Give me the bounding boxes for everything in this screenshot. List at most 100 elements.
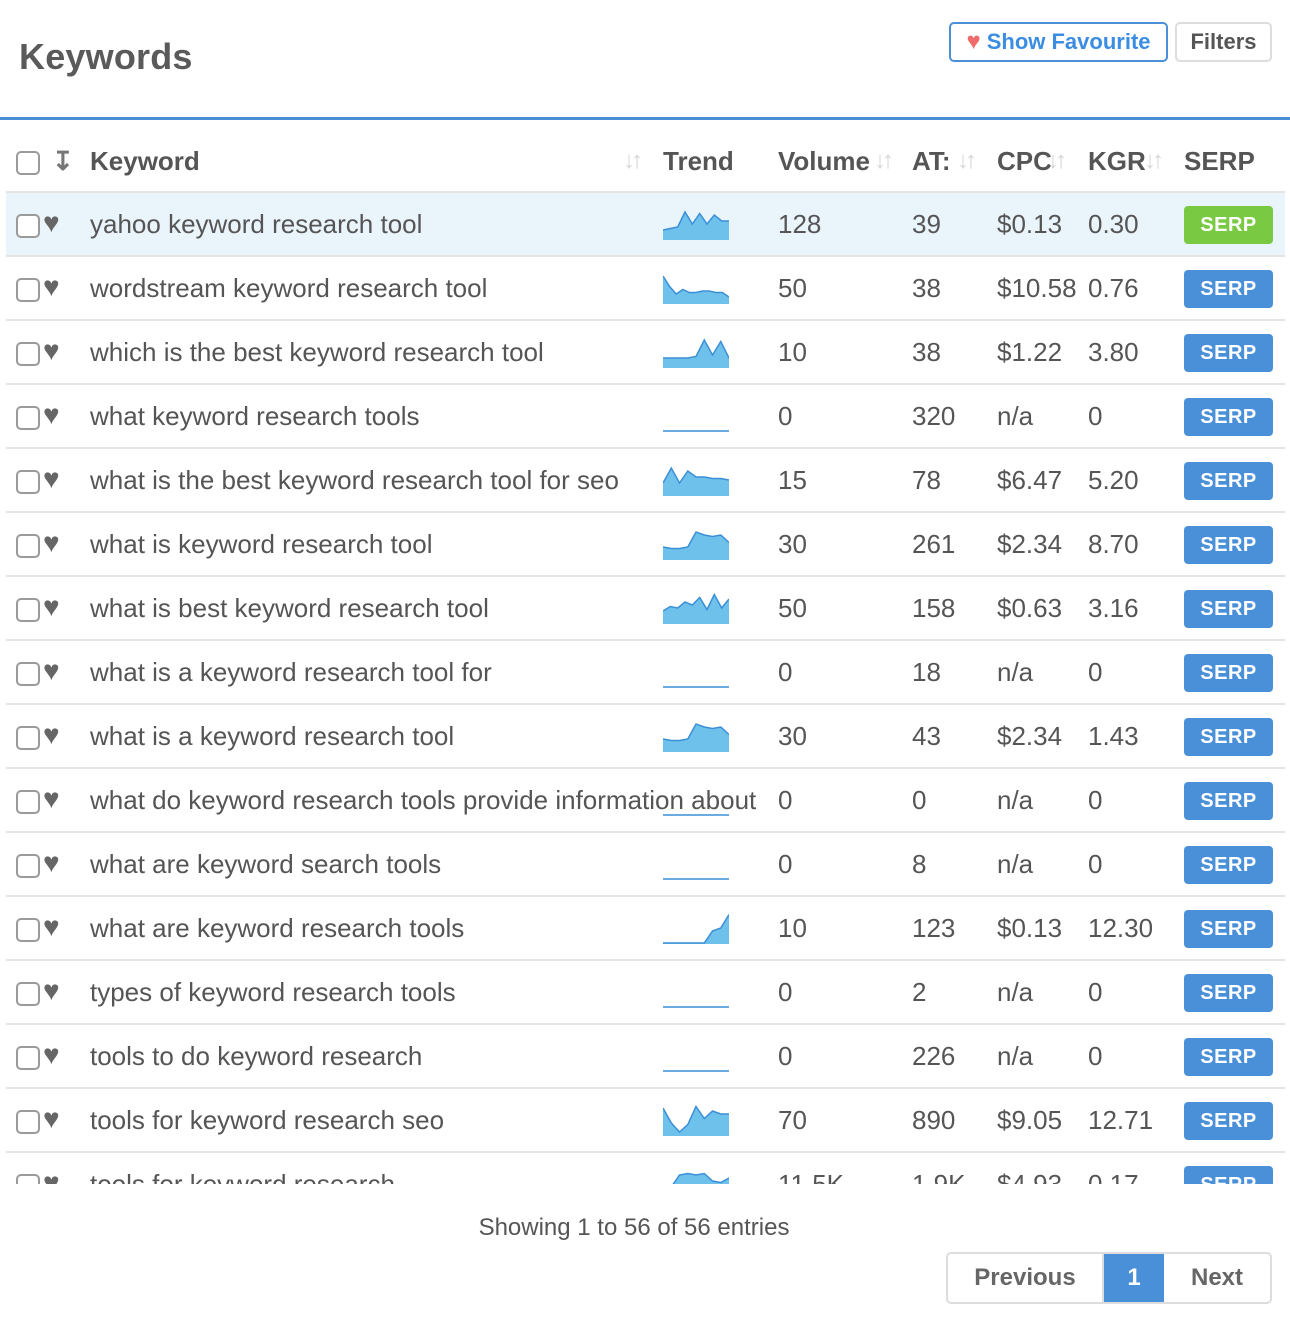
table-row: ♥ what are keyword search tools 0 8 n/a 0 SERP bbox=[6, 833, 1285, 897]
row-checkbox[interactable] bbox=[16, 342, 40, 366]
table-row: ♥ wordstream keyword research tool 50 38 $10… bbox=[6, 257, 1285, 321]
serp-button[interactable]: SERP bbox=[1184, 526, 1273, 564]
volume-cell: 10 bbox=[778, 337, 807, 367]
volume-cell: 15 bbox=[778, 465, 807, 495]
row-checkbox[interactable] bbox=[16, 1046, 40, 1070]
serp-button[interactable]: SERP bbox=[1184, 1102, 1273, 1140]
kgr-cell: 1.43 bbox=[1088, 721, 1139, 751]
serp-button[interactable]: SERP bbox=[1184, 782, 1273, 820]
heart-icon[interactable]: ♥ bbox=[43, 1039, 60, 1071]
at-cell: 320 bbox=[912, 401, 956, 431]
show-favourite-button[interactable]: ♥ Show Favourite bbox=[949, 22, 1168, 62]
heart-icon[interactable]: ♥ bbox=[43, 527, 60, 559]
sort-desc-icon[interactable]: ↧ bbox=[52, 146, 74, 177]
sort-icon[interactable]: ↓↑ bbox=[957, 147, 977, 175]
filters-button[interactable]: Filters bbox=[1175, 22, 1272, 62]
cpc-cell: $1.22 bbox=[997, 337, 1063, 367]
heart-icon[interactable]: ♥ bbox=[43, 783, 60, 815]
sort-icon[interactable]: ↓↑ bbox=[623, 147, 643, 175]
serp-button[interactable]: SERP bbox=[1184, 910, 1273, 948]
keyword-cell: yahoo keyword research tool bbox=[90, 209, 423, 239]
table-row: ♥ what are keyword research tools 10 123 $0.… bbox=[6, 897, 1285, 961]
cpc-cell: $9.05 bbox=[997, 1105, 1063, 1135]
row-checkbox[interactable] bbox=[16, 1110, 40, 1134]
at-cell: 123 bbox=[912, 913, 956, 943]
serp-button[interactable]: SERP bbox=[1184, 590, 1273, 628]
serp-button[interactable]: SERP bbox=[1184, 1038, 1273, 1076]
col-volume[interactable]: Volume bbox=[778, 146, 870, 177]
row-checkbox[interactable] bbox=[16, 534, 40, 558]
row-checkbox[interactable] bbox=[16, 982, 40, 1006]
col-kgr[interactable]: KGR bbox=[1088, 146, 1146, 177]
heart-icon: ♥ bbox=[966, 28, 981, 55]
serp-button[interactable]: SERP bbox=[1184, 270, 1273, 308]
row-checkbox[interactable] bbox=[16, 214, 40, 238]
row-checkbox[interactable] bbox=[16, 662, 40, 686]
at-cell: 78 bbox=[912, 465, 941, 495]
cpc-cell: $0.13 bbox=[997, 209, 1063, 239]
serp-button[interactable]: SERP bbox=[1184, 846, 1273, 884]
serp-button[interactable]: SERP bbox=[1184, 974, 1273, 1012]
heart-icon[interactable]: ♥ bbox=[43, 1167, 60, 1184]
volume-cell: 0 bbox=[778, 657, 793, 687]
row-checkbox[interactable] bbox=[16, 854, 40, 878]
table-header: ↧ Keyword ↓↑ Trend Volume ↓↑ AT: ↓↑ CPC … bbox=[6, 130, 1285, 193]
heart-icon[interactable]: ♥ bbox=[43, 655, 60, 687]
serp-button[interactable]: SERP bbox=[1184, 206, 1273, 244]
col-cpc[interactable]: CPC bbox=[997, 146, 1052, 177]
heart-icon[interactable]: ♥ bbox=[43, 271, 60, 303]
heart-icon[interactable]: ♥ bbox=[43, 463, 60, 495]
volume-cell: 0 bbox=[778, 977, 793, 1007]
row-checkbox[interactable] bbox=[16, 726, 40, 750]
trend-area bbox=[663, 594, 729, 624]
heart-icon[interactable]: ♥ bbox=[43, 335, 60, 367]
serp-button[interactable]: SERP bbox=[1184, 334, 1273, 372]
table-row: ♥ what do keyword research tools provide … bbox=[6, 769, 1285, 833]
page-1-button[interactable]: 1 bbox=[1104, 1254, 1164, 1302]
volume-cell: 50 bbox=[778, 273, 807, 303]
row-checkbox[interactable] bbox=[16, 598, 40, 622]
row-checkbox[interactable] bbox=[16, 278, 40, 302]
heart-icon[interactable]: ♥ bbox=[43, 399, 60, 431]
heart-icon[interactable]: ♥ bbox=[43, 847, 60, 879]
kgr-cell: 0 bbox=[1088, 1041, 1103, 1071]
at-cell: 1.9K bbox=[912, 1169, 966, 1184]
keyword-cell: types of keyword research tools bbox=[90, 977, 456, 1007]
volume-cell: 128 bbox=[778, 209, 822, 239]
row-checkbox[interactable] bbox=[16, 406, 40, 430]
heart-icon[interactable]: ♥ bbox=[43, 975, 60, 1007]
previous-page-button[interactable]: Previous bbox=[948, 1254, 1104, 1302]
table-row: ♥ what is a keyword research tool for 0 18 n… bbox=[6, 641, 1285, 705]
serp-button[interactable]: SERP bbox=[1184, 1166, 1273, 1184]
sort-icon[interactable]: ↓↑ bbox=[1144, 147, 1164, 175]
col-serp: SERP bbox=[1184, 146, 1255, 176]
serp-button[interactable]: SERP bbox=[1184, 398, 1273, 436]
heart-icon[interactable]: ♥ bbox=[43, 1103, 60, 1135]
volume-cell: 11.5K bbox=[778, 1169, 845, 1184]
col-keyword[interactable]: Keyword bbox=[90, 146, 200, 177]
row-checkbox[interactable] bbox=[16, 1174, 40, 1184]
sort-icon[interactable]: ↓↑ bbox=[1047, 147, 1067, 175]
serp-button[interactable]: SERP bbox=[1184, 718, 1273, 756]
row-checkbox[interactable] bbox=[16, 918, 40, 942]
heart-icon[interactable]: ♥ bbox=[43, 207, 60, 239]
heart-icon[interactable]: ♥ bbox=[43, 719, 60, 751]
serp-button[interactable]: SERP bbox=[1184, 654, 1273, 692]
heart-icon[interactable]: ♥ bbox=[43, 591, 60, 623]
next-page-button[interactable]: Next bbox=[1164, 1254, 1270, 1302]
row-checkbox[interactable] bbox=[16, 470, 40, 494]
row-checkbox[interactable] bbox=[16, 790, 40, 814]
table-row: ♥ what is the best keyword research tool … bbox=[6, 449, 1285, 513]
trend-sparkline bbox=[663, 592, 729, 624]
serp-button[interactable]: SERP bbox=[1184, 462, 1273, 500]
keyword-cell: what are keyword research tools bbox=[90, 913, 465, 943]
trend-sparkline bbox=[663, 814, 729, 816]
heart-icon[interactable]: ♥ bbox=[43, 911, 60, 943]
page-header: Keywords ♥ Show Favourite Filters bbox=[0, 0, 1290, 120]
sort-icon[interactable]: ↓↑ bbox=[874, 147, 894, 175]
kgr-cell: 0.76 bbox=[1088, 273, 1139, 303]
select-all-checkbox[interactable] bbox=[16, 151, 40, 175]
kgr-cell: 12.71 bbox=[1088, 1105, 1154, 1135]
col-at[interactable]: AT: bbox=[912, 146, 951, 177]
kgr-cell: 12.30 bbox=[1088, 913, 1154, 943]
